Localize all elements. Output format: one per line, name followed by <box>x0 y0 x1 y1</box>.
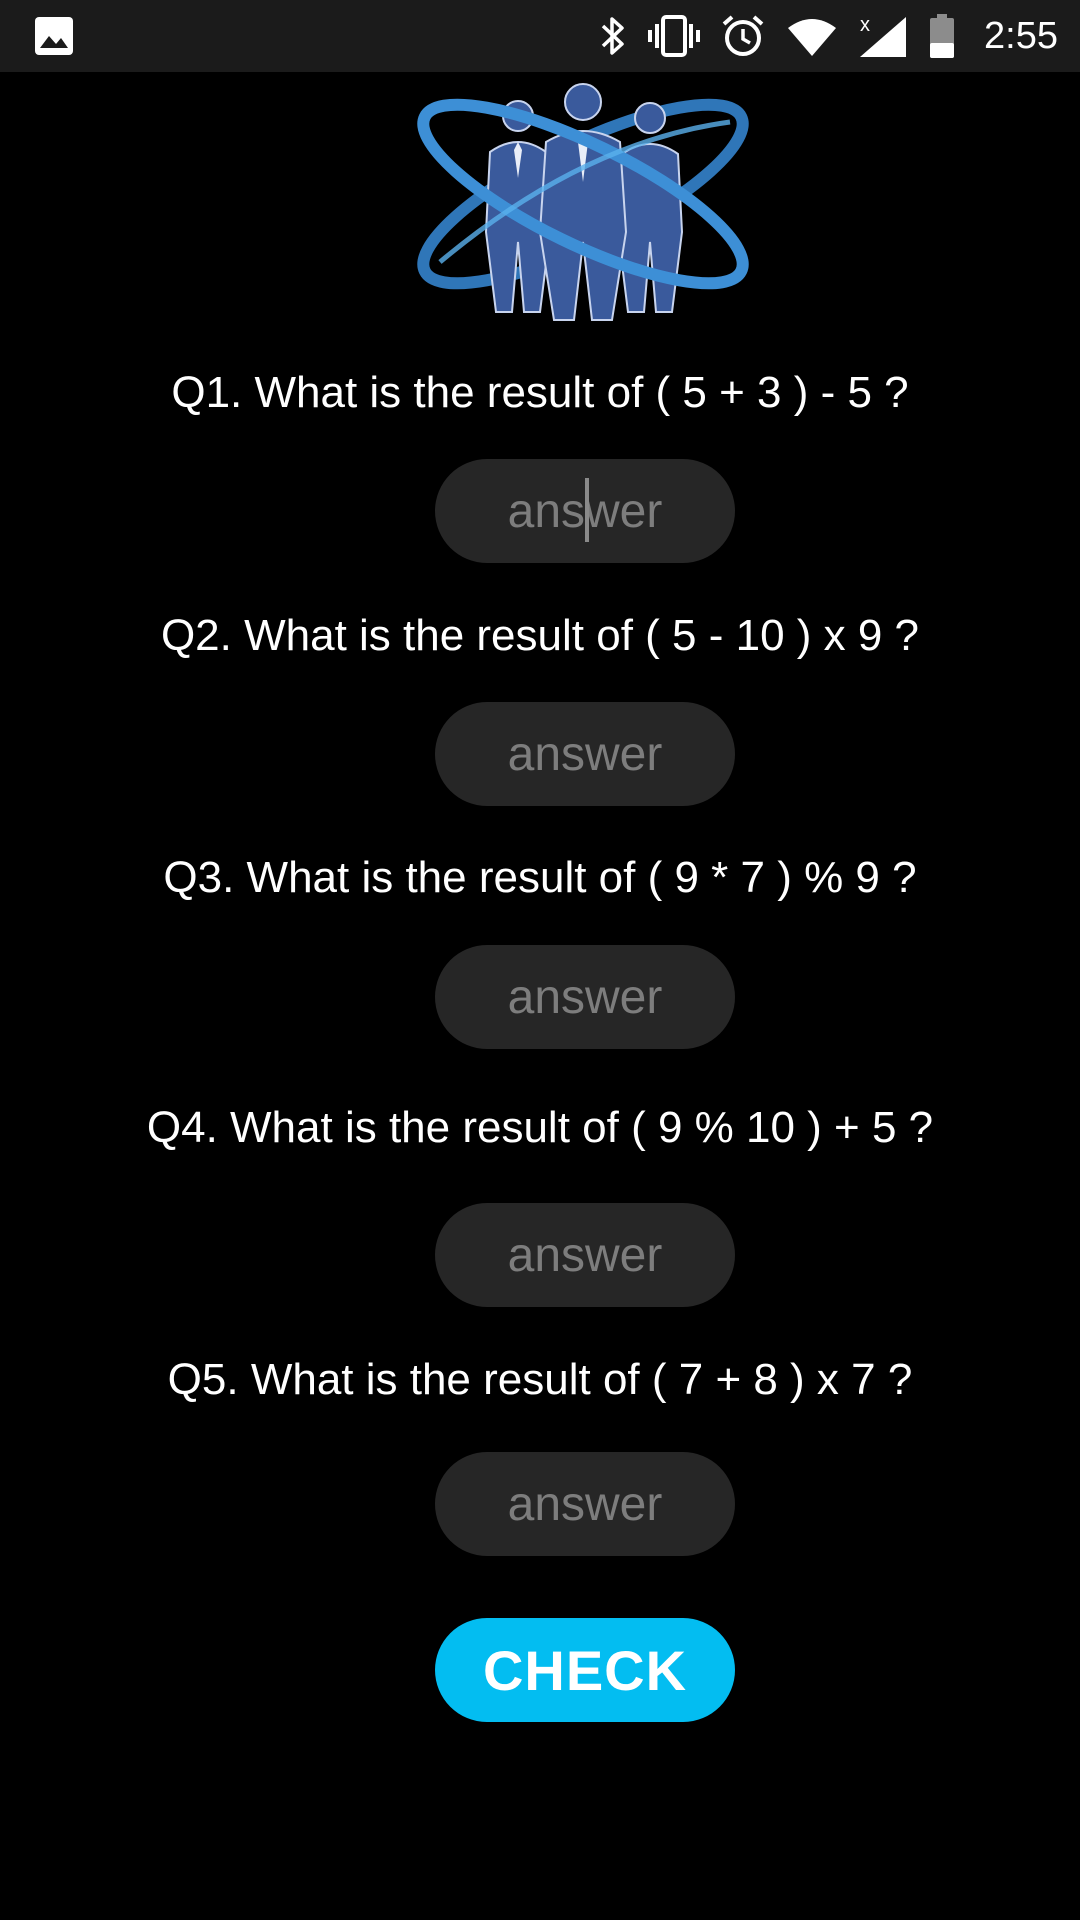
answer-3-input[interactable] <box>435 945 735 1049</box>
status-bar: x 2:55 <box>0 0 1080 72</box>
check-button[interactable]: CHECK <box>435 1618 735 1722</box>
app-logo <box>400 82 770 322</box>
alarm-icon <box>720 13 766 59</box>
answer-4-input[interactable] <box>435 1203 735 1307</box>
status-time: 2:55 <box>984 14 1058 57</box>
answer-2-input[interactable] <box>435 702 735 806</box>
vibrate-icon <box>648 14 701 58</box>
battery-icon <box>928 13 956 59</box>
bluetooth-icon <box>598 14 628 58</box>
signal-icon: x <box>858 13 908 59</box>
answer-5-input[interactable] <box>435 1452 735 1556</box>
svg-text:x: x <box>860 14 870 36</box>
status-icons: x 2:55 <box>578 0 1058 72</box>
question-3-label: Q3. What is the result of ( 9 * 7 ) % 9 … <box>163 853 917 902</box>
text-cursor <box>585 478 589 542</box>
wifi-icon <box>786 16 838 56</box>
question-5-label: Q5. What is the result of ( 7 + 8 ) x 7 … <box>167 1355 913 1404</box>
question-4-label: Q4. What is the result of ( 9 % 10 ) + 5… <box>146 1103 934 1152</box>
image-icon <box>34 16 74 56</box>
question-2-label: Q2. What is the result of ( 5 - 10 ) x 9… <box>160 611 920 660</box>
question-1-label: Q1. What is the result of ( 5 + 3 ) - 5 … <box>171 368 909 417</box>
